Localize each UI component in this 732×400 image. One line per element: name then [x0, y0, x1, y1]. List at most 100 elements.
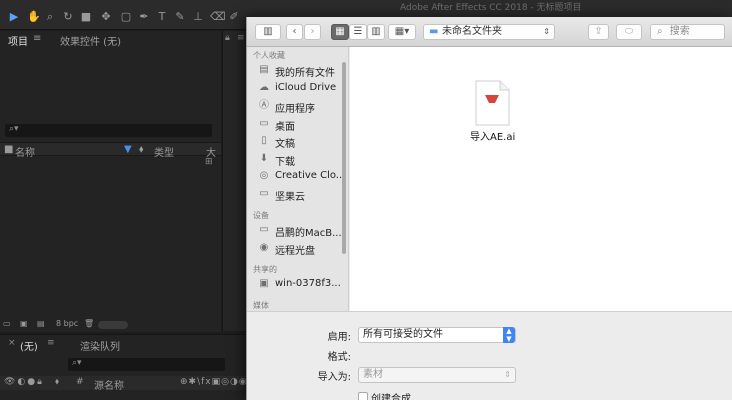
ai-file-icon[interactable]: [472, 80, 512, 126]
sidebar-item-label: win-0378f3...: [275, 278, 341, 289]
column-view-button[interactable]: ▥: [367, 24, 385, 40]
stamp-tool-icon[interactable]: ⊥: [192, 11, 204, 23]
sidebar-item-label: 应用程序: [275, 104, 315, 115]
path-popup[interactable]: ▬ 未命名文件夹 ⇕: [423, 24, 555, 40]
tab-render-queue[interactable]: 渲染队列: [80, 338, 120, 353]
interpret-footage-icon[interactable]: ▭: [3, 319, 11, 328]
sidebar-item-label: 桌面: [275, 122, 295, 133]
timeline-search-input[interactable]: ⌕▾: [68, 358, 225, 371]
folder-icon: ▬: [429, 26, 439, 37]
tab-project[interactable]: 项目: [8, 33, 28, 48]
hand-tool-icon[interactable]: ✋: [27, 11, 41, 23]
column-source-name[interactable]: 源名称: [94, 377, 124, 392]
tag-button[interactable]: ⬭: [616, 24, 642, 40]
av-switches-icon[interactable]: 👁︎◐●🔒︎: [4, 377, 44, 387]
sidebar-item-macbook[interactable]: ▭ 吕鹏的MacB...: [247, 222, 341, 239]
share-button[interactable]: ⇪: [588, 24, 609, 40]
dialog-toolbar: ▥ ‹ › ▦ ☰ ▥ ▦▾ ▬ 未命名文件夹 ⇕ ⇪ ⬭ ⌕ 搜索: [247, 17, 732, 47]
column-type[interactable]: 类型: [154, 144, 174, 159]
rotate-tool-icon[interactable]: ↻: [62, 11, 74, 23]
list-view-button[interactable]: ☰: [349, 24, 367, 40]
enable-select[interactable]: 所有可接受的文件 ▲ ▼: [358, 327, 516, 343]
sidebar-item-shared-win[interactable]: ▣ win-0378f3...: [247, 276, 341, 293]
panel-menu-icon[interactable]: ≡: [237, 33, 245, 43]
arrange-icon: ▦▾: [394, 26, 410, 37]
tab-timeline[interactable]: (无): [20, 338, 38, 353]
eraser-tool-icon[interactable]: ⌫: [210, 11, 226, 23]
create-composition-checkbox[interactable]: [358, 392, 368, 400]
project-search-input[interactable]: ⌕▾: [5, 124, 212, 137]
icon-view-button[interactable]: ▦: [331, 24, 349, 40]
sort-chevron-icon[interactable]: ▼: [124, 144, 132, 155]
dialog-sidebar: 个人收藏 ▤ 我的所有文件 ☁ iCloud Drive Ⓐ 应用程序 ▭ 桌面 ▯ 文稿…: [247, 47, 349, 311]
thumbnail-slider[interactable]: [98, 321, 128, 329]
window-title: Adobe After Effects CC 2018 - 无标题项目: [400, 3, 582, 13]
sidebar-scrollbar[interactable]: [342, 62, 346, 254]
sidebar-item-label: 坚果云: [275, 192, 305, 203]
file-browser: 导入AE.ai: [350, 47, 732, 311]
disc-icon: ◉: [259, 242, 269, 253]
tag-icon: ⬧: [55, 377, 60, 387]
sidebar-item-applications[interactable]: Ⓐ 应用程序: [247, 98, 341, 115]
sidebar-item-creative-cloud[interactable]: ◎ Creative Clo...: [247, 168, 346, 185]
composition-panel-edge: [222, 31, 246, 331]
chevron-left-icon: ‹: [292, 26, 297, 37]
laptop-icon: ▭: [259, 224, 269, 235]
close-icon[interactable]: ×: [8, 338, 16, 348]
sidebar-item-jianguoyun[interactable]: ▭ 坚果云: [247, 186, 341, 203]
file-name[interactable]: 导入AE.ai: [470, 128, 515, 143]
selection-tool-icon[interactable]: ▶: [8, 11, 20, 23]
folder-icon: ▭: [259, 188, 269, 199]
import-as-select[interactable]: 素材 ⇕: [358, 367, 516, 383]
import-as-value: 素材: [363, 369, 383, 380]
forward-button[interactable]: ›: [304, 24, 321, 40]
panel-menu-icon[interactable]: ≡: [33, 33, 41, 44]
brush-tool-icon[interactable]: ✎: [174, 11, 186, 23]
layer-switches-icon[interactable]: ⊕✱\fx▣◎◑◉: [180, 377, 248, 387]
project-column-header: ■ 名称 ▼ ⬧ 类型 大: [0, 142, 221, 159]
flowchart-icon[interactable]: ⊞: [205, 157, 213, 167]
format-label: 格式:: [327, 352, 351, 363]
sidebar-heading-devices: 设备: [253, 211, 269, 220]
column-name[interactable]: 名称: [15, 144, 35, 159]
sidebar-item-documents[interactable]: ▯ 文稿: [247, 133, 341, 150]
sidebar-item-downloads[interactable]: ⬇ 下载: [247, 151, 341, 168]
updown-chevron-icon: ⇕: [543, 27, 550, 36]
sidebar-item-desktop[interactable]: ▭ 桌面: [247, 116, 341, 133]
camera-tool-icon[interactable]: ■: [80, 11, 92, 23]
sidebar-item-label: 下载: [275, 157, 295, 168]
lock-icon[interactable]: 🔒︎: [225, 33, 230, 43]
sidebar-item-icloud[interactable]: ☁ iCloud Drive: [247, 80, 341, 97]
back-button[interactable]: ‹: [286, 24, 303, 40]
panel-menu-icon[interactable]: ≡: [47, 338, 55, 348]
bpc-label[interactable]: 8 bpc: [56, 319, 78, 328]
tab-effect-controls[interactable]: 效果控件 (无): [60, 33, 121, 48]
layer-number-icon: #: [76, 377, 84, 387]
search-placeholder: 搜索: [669, 26, 690, 37]
new-folder-icon[interactable]: ▣: [20, 319, 28, 328]
sidebar-heading-media: 媒体: [253, 301, 269, 310]
desktop-icon: ▭: [259, 118, 269, 129]
rect-tool-icon[interactable]: ▢: [120, 11, 132, 23]
sidebar-item-remote-disc[interactable]: ◉ 远程光盘: [247, 240, 341, 257]
sidebar-toggle-button[interactable]: ▥: [255, 24, 281, 40]
sidebar-item-all-files[interactable]: ▤ 我的所有文件: [247, 62, 341, 79]
downloads-icon: ⬇: [259, 153, 269, 164]
new-comp-icon[interactable]: ▤: [37, 319, 45, 328]
chevron-right-icon: ›: [310, 26, 315, 37]
sidebar-item-label: 吕鹏的MacB...: [275, 228, 342, 239]
roto-tool-icon[interactable]: ✐: [228, 11, 240, 23]
sidebar-item-label: 远程光盘: [275, 246, 315, 257]
share-icon: ⇪: [594, 26, 603, 37]
type-tool-icon[interactable]: T: [156, 11, 168, 23]
trash-icon[interactable]: 🗑︎: [84, 319, 94, 328]
sidebar-item-label: Creative Clo...: [275, 170, 346, 181]
pen-tool-icon[interactable]: ✒: [138, 11, 150, 23]
timeline-column-header: 👁︎◐●🔒︎ ⬧ # 源名称 ⊕✱\fx▣◎◑◉: [0, 376, 248, 392]
search-field[interactable]: ⌕ 搜索: [650, 24, 725, 40]
zoom-tool-icon[interactable]: ⌕: [44, 11, 56, 23]
pan-tool-icon[interactable]: ✥: [100, 11, 112, 23]
sidebar-heading-shared: 共享的: [253, 265, 277, 274]
updown-chevron-icon: ▲ ▼: [503, 327, 515, 343]
arrange-button[interactable]: ▦▾: [388, 24, 416, 40]
